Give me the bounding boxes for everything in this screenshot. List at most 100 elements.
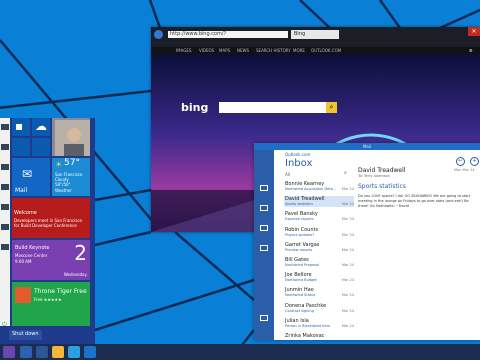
message-item[interactable]: Zrinka Makovac [284,333,354,340]
person-photo [55,120,90,156]
news-headline: Developers meet in San Francisco for Bui… [14,218,82,228]
search-icon[interactable]: ⌕ [344,170,347,176]
message-date: Mar 24 [341,263,354,267]
message-item[interactable]: Robin Counts Project updates? Mar 24 [284,227,354,238]
message-item[interactable]: Junmin Hao Northwind Status Mar 24 [284,287,354,298]
app-icon[interactable] [1,244,9,250]
nav-videos[interactable]: VIDEOS [199,48,214,53]
message-item[interactable]: Bill Gates Northwind Proposal Mar 24 [284,257,354,268]
start-button[interactable] [3,346,15,358]
store-subtitle: Free ★★★★★ [34,297,62,302]
message-item[interactable]: Bonnie Kearney Northwind Acquisition Deta… [284,181,354,192]
message-subject: Sports statistics [358,183,406,190]
message-item[interactable]: Donena Paschke Contract signing Mar 24 [284,303,354,314]
new-message-button[interactable]: + [470,157,479,166]
account-name: Outlook.com [285,152,311,157]
tile-label: Weather [55,188,72,193]
back-icon[interactable] [154,30,163,39]
search-input[interactable] [219,102,326,113]
recipient: To: Terry Adamson [358,174,390,178]
message-subject: Preview reports [285,247,313,252]
nav-news[interactable]: NEWS [237,48,249,53]
app-icon[interactable] [1,204,9,210]
message-subject: Expense reports [285,217,314,222]
app-icon[interactable] [1,144,9,150]
reply-button[interactable]: ↩ [456,157,465,166]
app-icon[interactable] [1,164,9,170]
message-subject: Sports statistics [285,202,313,207]
search-button[interactable]: ⌕ [326,102,337,113]
close-button[interactable]: ✕ [468,27,480,36]
inbox-icon[interactable] [260,185,268,191]
taskbar-app-icon[interactable] [20,346,32,358]
tile-store[interactable]: Throne Tiger Free Free ★★★★★ [12,282,90,326]
store-icon[interactable] [68,346,80,358]
tile-mail[interactable]: ✉ Mail [12,158,50,196]
folder-icon[interactable] [260,205,268,211]
store-title: Throne Tiger Free [34,288,87,295]
nav-images[interactable]: IMAGES [176,48,191,53]
app-icon[interactable] [1,124,9,130]
address-bar[interactable]: http://www.bing.com/? [168,31,288,38]
message-item[interactable]: Pavel Bansky Expense reports Mar 24 [284,211,354,222]
news-welcome: Welcome [14,210,37,216]
calendar-weekday: Wednesday [63,272,87,277]
message-subject: Northwind Acquisition Deta... [285,187,337,191]
message-list: Outlook.com Inbox All ⌕ Bonnie Kearney No… [274,150,356,340]
tile-app[interactable]: ▪ [12,118,30,136]
people-icon[interactable] [260,225,268,231]
flag-icon[interactable] [260,245,268,251]
message-item[interactable]: Julian Isla Person in Blacklisted Item Mar… [284,318,354,329]
power-icon[interactable]: ⏻ [2,321,7,329]
message-date: Mar 24 [341,217,354,222]
message-item[interactable]: Joe Bellore Northwind Budget Mar 24 [284,272,354,283]
taskbar [0,344,480,360]
mail-window[interactable]: Mail Outlook.com Inbox All ⌕ Bonnie Kear… [254,143,480,340]
shutdown-button[interactable]: Shut down [9,330,42,340]
settings-icon[interactable]: ⚙ [469,48,473,53]
tile-news[interactable]: Welcome Developers meet in San Francisco… [12,198,90,238]
store-icon [15,287,31,303]
app-icon[interactable] [1,224,9,230]
message-body: Do you LOVE sports? I do! GO SEAHAWKS! W… [358,194,471,208]
tile-app[interactable] [32,138,50,156]
app-icon[interactable] [1,184,9,190]
message-item[interactable]: David Treadwell Sports statistics Mar 24 [284,196,354,208]
message-subject: Person in Blacklisted Item [285,323,331,328]
message-subject: Project updates? [285,232,315,237]
browser-toolbar: http://www.bing.com/? Bing ✕ [151,27,480,47]
nav-more[interactable]: MORE [293,48,305,53]
folder-icon[interactable] [52,346,64,358]
message-date: Mar 24 [341,323,354,328]
message-date: Mar 24 [341,202,354,207]
nav-outlook[interactable]: OUTLOOK.COM [311,48,341,53]
tile-app[interactable] [12,138,30,156]
nav-maps[interactable]: MAPS [219,48,230,53]
search-icon: ⌕ [329,103,334,111]
nav-search-history[interactable]: SEARCH HISTORY [256,48,291,53]
mail-titlebar: Mail [254,143,480,150]
envelope-icon: ✉ [22,167,33,181]
taskbar-app-icon[interactable] [36,346,48,358]
start-menu: ▪ ☁ ✉ Mail 57° ☀ San Francisco Cloudy 58… [0,118,95,344]
folder-title: Inbox [285,158,313,169]
tile-people[interactable] [52,118,90,156]
app-list [0,118,10,326]
settings-icon[interactable] [260,315,268,321]
bing-nav: IMAGES VIDEOS MAPS NEWS SEARCH HISTORY M… [151,47,480,55]
message-date: Mar 24 [341,247,354,252]
weather-temp: 57° [64,158,80,168]
outlook-icon[interactable] [84,346,96,358]
tile-calendar[interactable]: Build Keynote Moscone Center 9:00 AM 2 W… [12,240,90,280]
tile-weather[interactable]: 57° ☀ San Francisco Cloudy 58°/50° Weath… [52,158,90,196]
message-subject: Northwind Status [285,293,316,298]
message-item[interactable]: Garret Vargas Preview reports Mar 24 [284,242,354,253]
calendar-event: Build Keynote [15,245,50,251]
message-date: Mar 24 [341,293,354,298]
message-date: Mar 24 [341,187,354,191]
tab-bing[interactable]: Bing [291,30,339,39]
tile-onedrive[interactable]: ☁ [32,118,50,136]
message-subject: Northwind Proposal [285,263,320,267]
filter-dropdown[interactable]: All [285,172,290,177]
app-icon: ▪ [15,119,24,133]
